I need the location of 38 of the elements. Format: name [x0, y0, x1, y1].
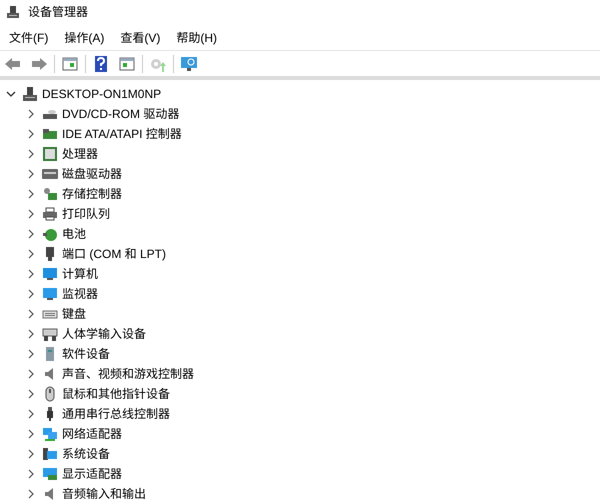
tree-item-label[interactable]: IDE ATA/ATAPI 控制器 — [62, 125, 182, 143]
tree-item-label[interactable]: 处理器 — [62, 145, 98, 163]
tree-item-label[interactable]: 通用串行总线控制器 — [62, 405, 170, 423]
system-device-icon — [42, 446, 58, 462]
window-title: 设备管理器 — [28, 4, 88, 21]
tree-item-label[interactable]: 软件设备 — [62, 345, 110, 363]
printer-icon — [42, 206, 58, 222]
network-icon — [42, 426, 58, 442]
tree-item-label[interactable]: 音频输入和输出 — [62, 485, 146, 500]
computer-icon — [22, 86, 38, 102]
tree-item-label[interactable]: 键盘 — [62, 305, 86, 323]
tree-item-label[interactable]: 端口 (COM 和 LPT) — [62, 245, 166, 263]
tree-item-label[interactable]: 打印队列 — [62, 205, 110, 223]
disk-drive-icon — [42, 166, 58, 182]
tree-item-label[interactable]: 显示适配器 — [62, 465, 122, 483]
menu-item[interactable]: 文件(F) — [4, 26, 54, 50]
tree-item-label[interactable]: 监视器 — [62, 285, 98, 303]
tree-item-label[interactable]: 网络适配器 — [62, 425, 122, 443]
computer-icon — [6, 5, 20, 19]
monitor-icon — [42, 286, 58, 302]
tree-item-label[interactable]: 电池 — [62, 225, 86, 243]
display-adapter-icon — [42, 466, 58, 482]
tree-item-label[interactable]: 人体学输入设备 — [62, 325, 146, 343]
tree-item-label[interactable]: 磁盘驱动器 — [62, 165, 122, 183]
input-device-icon — [42, 326, 58, 342]
tree-item-label[interactable]: DESKTOP-ON1M0NP — [42, 85, 162, 103]
processor-icon — [42, 146, 58, 162]
menu-item[interactable]: 帮助(H) — [171, 26, 222, 50]
menu-item[interactable]: 查看(V) — [115, 26, 166, 50]
tree-item-label[interactable]: 存储控制器 — [62, 185, 122, 203]
tree-item-label[interactable]: 计算机 — [62, 265, 98, 283]
menu-item[interactable]: 操作(A) — [59, 26, 110, 50]
computer-monitor-icon — [42, 266, 58, 282]
tree-item-label[interactable]: DVD/CD-ROM 驱动器 — [62, 105, 180, 123]
tree-item-label[interactable]: 鼠标和其他指针设备 — [62, 385, 170, 403]
tree-item-label[interactable]: 系统设备 — [62, 445, 110, 463]
controller-card-icon — [42, 126, 58, 142]
tree-item-label[interactable]: 声音、视频和游戏控制器 — [62, 365, 194, 383]
